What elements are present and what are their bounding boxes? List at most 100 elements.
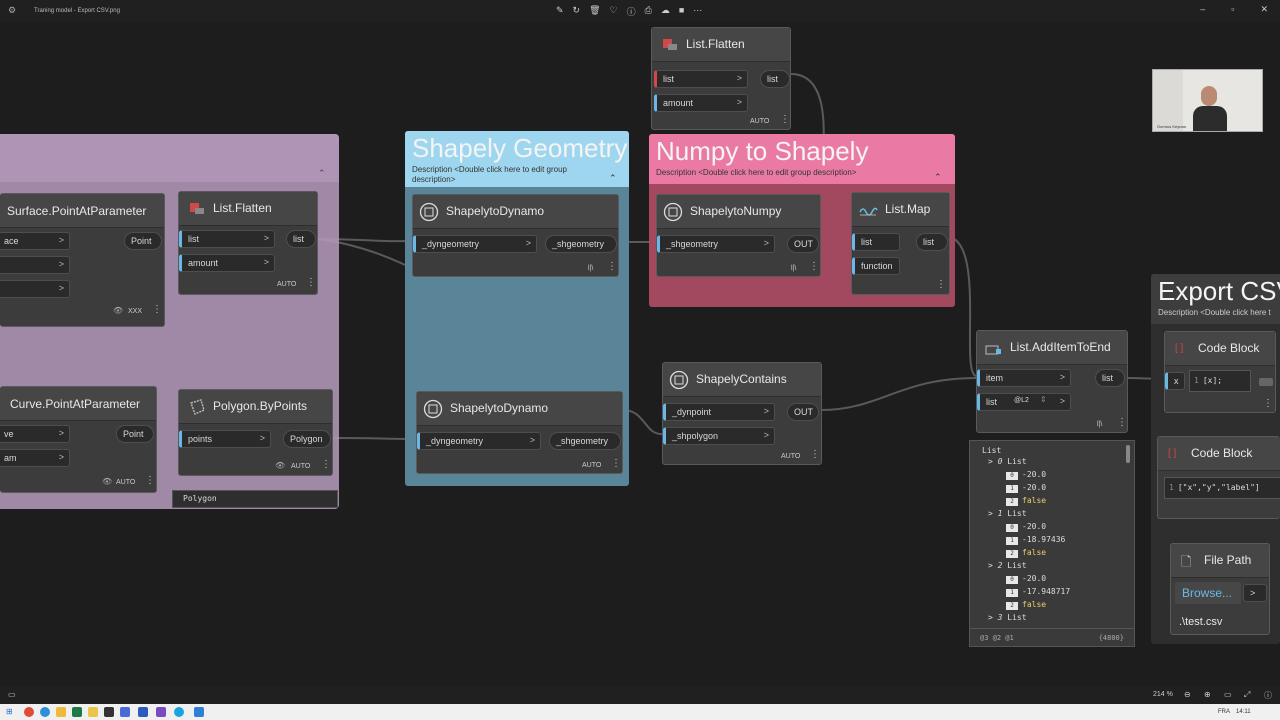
node-menu-icon[interactable]: ⋮ xyxy=(145,475,155,486)
level-stepper-icon[interactable]: ⇕ xyxy=(1040,395,1047,404)
word-icon[interactable] xyxy=(138,707,148,717)
port-u[interactable]: > xyxy=(0,256,70,274)
chevron-right-icon[interactable]: > xyxy=(988,457,998,466)
app-icon[interactable]: ■ xyxy=(679,5,684,18)
preview-sublist[interactable]: > 1 List xyxy=(988,509,1027,518)
preview-bubble[interactable]: List > 0 List 0 -20.0 1 -20.0 2 false > 1 List 0… xyxy=(969,440,1135,647)
node-list-map[interactable]: List.Map list function list ⋮ xyxy=(851,192,950,295)
node-shapely-to-dynamo-1[interactable]: ShapelytoDynamo _dyngeometry > _shgeometr… xyxy=(412,194,619,277)
node-menu-icon[interactable]: ⋮ xyxy=(1117,417,1127,428)
port-curve[interactable]: ve > xyxy=(0,425,70,443)
lacing-label[interactable]: AUTO xyxy=(750,118,769,125)
port-out-shgeometry[interactable]: _shgeometry xyxy=(549,432,621,450)
lacing-label[interactable]: l|\ xyxy=(588,265,593,272)
port-out-list[interactable]: list xyxy=(286,230,316,248)
port-dyngeometry[interactable]: _dyngeometry > xyxy=(417,432,541,450)
node-polygon-bypoints[interactable]: Polygon.ByPoints points > Polygon 👁 AUTO … xyxy=(178,389,333,476)
skype-icon[interactable] xyxy=(174,707,184,717)
node-surface-point-at-parameter[interactable]: Surface.PointAtParameter ace > > > Point … xyxy=(0,193,165,420)
cloud-icon[interactable]: ☁ xyxy=(661,5,670,18)
node-code-block-2[interactable]: [ ] Code Block 1 ["x","y","label"] xyxy=(1157,436,1280,519)
group-title[interactable]: Export CSV xyxy=(1158,274,1280,308)
preview-sublist[interactable]: > 3 List xyxy=(988,613,1027,622)
node-menu-icon[interactable]: ⋮ xyxy=(780,114,790,125)
lacing-label[interactable]: AUTO xyxy=(582,462,601,469)
preview-sublist[interactable]: > 0 List xyxy=(988,457,1027,466)
node-curve-point-at-parameter[interactable]: Curve.PointAtParameter ve > am > Point 👁 A… xyxy=(0,386,157,493)
lacing-label[interactable]: AUTO xyxy=(116,479,135,486)
port-out-list[interactable]: list xyxy=(1095,369,1125,387)
group-collapse-icon[interactable]: ⌃ xyxy=(934,172,942,183)
group-description[interactable]: Description <Double click here to edit g… xyxy=(412,165,602,185)
lacing-label[interactable]: XXX xyxy=(128,308,142,315)
excel-icon[interactable] xyxy=(72,707,82,717)
port-list[interactable]: list xyxy=(852,233,900,251)
port-v[interactable]: > xyxy=(0,280,70,298)
slideshow-icon[interactable]: ▭ xyxy=(8,690,16,699)
group-description[interactable]: Description <Double click here t xyxy=(1158,308,1280,318)
node-shapely-contains[interactable]: ShapelyContains _dynpoint > _shpolygon > O… xyxy=(662,362,822,465)
port-amount[interactable]: amount > xyxy=(654,94,748,112)
browse-button[interactable]: Browse... xyxy=(1175,582,1241,604)
preview-hidden-icon[interactable]: 👁 xyxy=(275,461,285,470)
port-dynpoint[interactable]: _dynpoint > xyxy=(663,403,775,421)
port-item[interactable]: item > xyxy=(977,369,1071,387)
files-icon[interactable] xyxy=(56,707,66,717)
code-output-port[interactable] xyxy=(1259,378,1273,386)
group-collapse-icon[interactable]: ⌃ xyxy=(609,173,617,184)
port-out-list[interactable]: list xyxy=(760,70,790,88)
terminal-icon[interactable] xyxy=(104,707,114,717)
group-collapse-icon[interactable]: ⌃ xyxy=(318,168,326,179)
port-function[interactable]: function xyxy=(852,257,900,275)
node-menu-icon[interactable]: ⋮ xyxy=(1263,398,1273,409)
lacing-label[interactable]: l|\ xyxy=(791,265,796,272)
port-list[interactable]: list > xyxy=(179,230,275,248)
node-file-path[interactable]: 🗋 File Path Browse... > .\test.csv xyxy=(1170,543,1270,635)
clock[interactable]: 14:11 xyxy=(1236,709,1251,715)
maximize-icon[interactable]: ▫ xyxy=(1231,4,1234,15)
port-out-out[interactable]: OUT xyxy=(787,235,819,253)
preview-hidden-icon[interactable]: 👁 xyxy=(102,477,112,486)
close-icon[interactable]: ✕ xyxy=(1260,4,1268,15)
node-menu-icon[interactable]: ⋮ xyxy=(810,449,820,460)
port-out-shgeometry[interactable]: _shgeometry xyxy=(545,235,617,253)
chevron-right-icon[interactable]: > xyxy=(988,613,998,622)
port-out-path[interactable]: > xyxy=(1243,584,1267,602)
explorer-icon[interactable] xyxy=(88,707,98,717)
lacing-label[interactable]: AUTO xyxy=(291,463,310,470)
edit-icon[interactable]: ✎ xyxy=(556,5,564,18)
port-out-list[interactable]: list xyxy=(916,233,948,251)
info-panel-icon[interactable]: ⓘ xyxy=(1264,690,1272,701)
node-shapely-to-dynamo-2[interactable]: ShapelytoDynamo _dyngeometry > _shgeometr… xyxy=(416,391,623,474)
language-indicator[interactable]: FRA xyxy=(1218,709,1230,715)
port-points[interactable]: points > xyxy=(179,430,271,448)
node-list-flatten-left[interactable]: List.Flatten list > amount > list AUTO ⋮ xyxy=(178,191,318,295)
node-menu-icon[interactable]: ⋮ xyxy=(152,304,162,315)
group-description[interactable]: Description <Double click here to edit g… xyxy=(656,168,916,178)
port-out-polygon[interactable]: Polygon xyxy=(283,430,331,448)
zoom-in-icon[interactable]: ⊕ xyxy=(1204,690,1211,699)
graph-canvas[interactable]: ⌃ Shapely Geometry Description <Double c… xyxy=(0,22,1280,686)
store-icon[interactable] xyxy=(120,707,130,717)
preview-scrollbar[interactable] xyxy=(1126,445,1130,463)
node-list-additemtoend[interactable]: List.AddItemToEnd item > list @L2 ⇕ > list l… xyxy=(976,330,1128,433)
lacing-label[interactable]: AUTO xyxy=(277,281,296,288)
port-out-point[interactable]: Point xyxy=(116,425,154,443)
preview-sublist[interactable]: > 2 List xyxy=(988,561,1027,570)
port-out-point[interactable]: Point xyxy=(124,232,162,250)
port-x[interactable]: x xyxy=(1165,372,1185,390)
list-level-badge[interactable]: @L2 xyxy=(1014,397,1029,404)
node-code-block-1[interactable]: [ ] Code Block x 1 [x]; ⋮ xyxy=(1164,331,1276,413)
more-icon[interactable]: ⋯ xyxy=(693,5,702,18)
port-dyngeometry[interactable]: _dyngeometry > xyxy=(413,235,537,253)
fit-icon[interactable]: ▭ xyxy=(1224,690,1232,699)
chrome-icon[interactable] xyxy=(24,707,34,717)
node-shapely-to-numpy[interactable]: ShapelytoNumpy _shgeometry > OUT l|\ ⋮ xyxy=(656,194,821,277)
favorite-icon[interactable]: ♡ xyxy=(610,5,618,18)
chevron-right-icon[interactable]: > xyxy=(988,561,998,570)
delete-icon[interactable]: 🗑 xyxy=(589,5,600,18)
node-menu-icon[interactable]: ⋮ xyxy=(306,277,316,288)
rotate-icon[interactable]: ↻ xyxy=(573,5,581,18)
port-out-out[interactable]: OUT xyxy=(787,403,819,421)
port-list[interactable]: list > xyxy=(654,70,748,88)
